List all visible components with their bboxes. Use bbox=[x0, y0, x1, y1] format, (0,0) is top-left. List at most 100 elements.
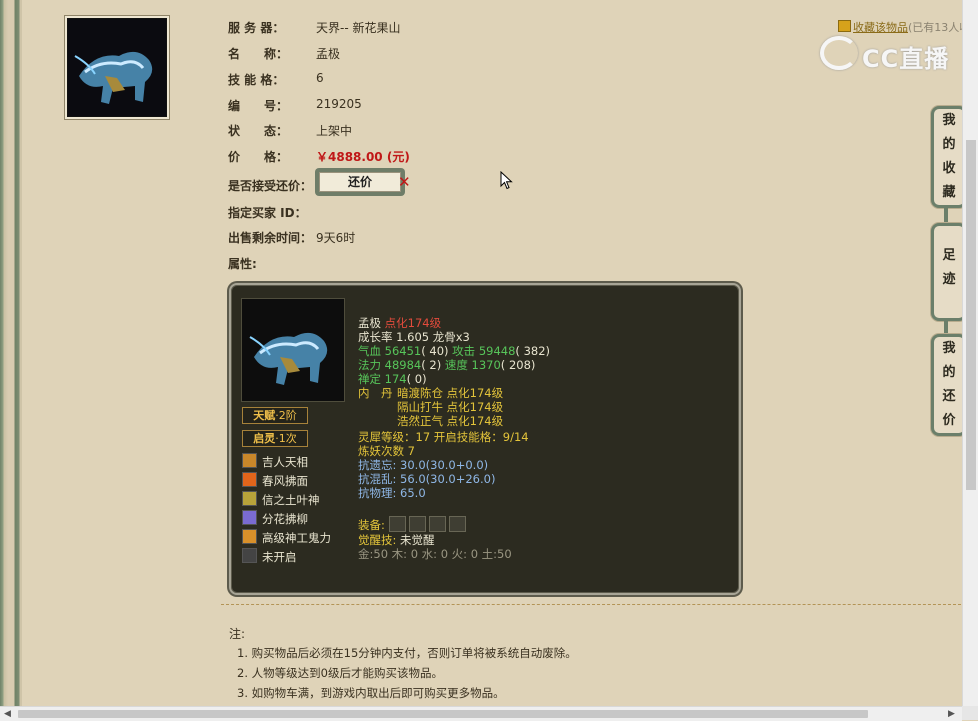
equip-slot[interactable] bbox=[428, 516, 446, 532]
skill-item[interactable]: 未开启 bbox=[242, 548, 297, 565]
id-label: 编 号： bbox=[228, 99, 289, 113]
server-value: 天界-- 新花果山 bbox=[316, 21, 401, 35]
side-tab-char: 收 bbox=[942, 161, 956, 176]
skill-icon bbox=[242, 529, 257, 544]
badge-prefix: 天赋 bbox=[253, 409, 276, 422]
remain-value: 9天6时 bbox=[316, 231, 356, 245]
pet-name: 孟极 bbox=[358, 316, 381, 330]
price-value: ￥4888.00 (元) bbox=[316, 150, 410, 164]
skill-icon bbox=[242, 510, 257, 525]
growth-rate: 成长率 1.605 龙骨x3 bbox=[358, 330, 470, 344]
skill-item[interactable]: 高级神工鬼力 bbox=[242, 529, 331, 546]
spd-value: 1370 bbox=[471, 358, 501, 372]
mp-value: 48984 bbox=[384, 358, 422, 372]
slots-value: 6 bbox=[316, 71, 324, 85]
id-value: 219205 bbox=[316, 97, 362, 111]
elements-row: 金:50 木: 0 水: 0 火: 0 土:50 bbox=[358, 547, 512, 561]
calm-value: 174 bbox=[384, 372, 407, 386]
scroll-left-icon[interactable]: ◀ bbox=[4, 709, 11, 719]
attr-label: 属性: bbox=[228, 257, 257, 271]
awaken-row: 觉醒技: 未觉醒 bbox=[358, 533, 435, 547]
awaken-value: 未觉醒 bbox=[400, 533, 435, 547]
skill-item[interactable]: 分花拂柳 bbox=[242, 510, 308, 527]
favorite-count: (已有13人收 bbox=[908, 21, 971, 34]
bargain-button-frame[interactable]: 还价 bbox=[315, 168, 405, 196]
resist-forget-value: 30.0(30.0+0.0) bbox=[400, 458, 489, 472]
talent-badge: 天赋·2阶 bbox=[242, 407, 308, 424]
mp-add: ( 2) bbox=[421, 358, 442, 372]
status-value: 上架中 bbox=[316, 124, 353, 138]
skill-icon bbox=[242, 491, 257, 506]
skill-name: 信之土叶神 bbox=[262, 493, 320, 507]
name-label: 名 称： bbox=[228, 47, 289, 61]
hp-value: 56451 bbox=[384, 344, 422, 358]
equip-slot[interactable] bbox=[408, 516, 426, 532]
resist-forget-row: 抗遗忘: 30.0(30.0+0.0) bbox=[358, 458, 488, 472]
status-label: 状 态： bbox=[228, 124, 289, 138]
spd-add: ( 208) bbox=[500, 358, 536, 372]
resist-forget-label: 抗遗忘: bbox=[358, 458, 397, 472]
section-divider bbox=[221, 604, 961, 605]
inner-dan-item: 暗渡陈仓 点化174级 bbox=[397, 386, 504, 400]
badge-suffix: ·2阶 bbox=[275, 409, 297, 422]
skill-item[interactable]: 信之土叶神 bbox=[242, 491, 320, 508]
inner-dan-label: 内 丹 bbox=[358, 386, 393, 400]
slots-label: 技 能 格： bbox=[228, 73, 285, 87]
cc-logo-icon bbox=[820, 36, 858, 70]
horizontal-scroll-thumb[interactable] bbox=[18, 710, 868, 718]
side-tab-char: 迹 bbox=[942, 272, 956, 287]
resist-chaos-value: 56.0(30.0+26.0) bbox=[400, 472, 496, 486]
skill-icon bbox=[242, 453, 257, 468]
inner-dan-item: 浩然正气 点化174级 bbox=[397, 414, 504, 428]
bargain-label: 是否接受还价： bbox=[228, 179, 313, 193]
skill-icon bbox=[242, 472, 257, 487]
resist-physical-label: 抗物理: bbox=[358, 486, 397, 500]
remain-label: 出售剩余时间： bbox=[228, 231, 313, 245]
skill-item[interactable]: 吉人天相 bbox=[242, 453, 308, 470]
vertical-scrollbar[interactable] bbox=[962, 0, 978, 706]
side-tab-char: 我 bbox=[942, 341, 956, 356]
mouse-cursor-icon bbox=[500, 171, 513, 190]
favorite-link[interactable]: 收藏该物品 bbox=[853, 21, 908, 34]
mp-spd-row: 法力 48984( 2) 速度 1370( 208) bbox=[358, 358, 535, 372]
horizontal-scrollbar[interactable]: ◀ ▶ bbox=[0, 706, 962, 721]
equip-row: 装备: bbox=[358, 516, 469, 532]
equip-slot[interactable] bbox=[388, 516, 406, 532]
equip-label: 装备: bbox=[358, 518, 385, 532]
watermark-text: CC直播 bbox=[862, 45, 950, 73]
badge-prefix: 启灵 bbox=[253, 432, 276, 445]
side-tab-connector bbox=[944, 207, 948, 223]
badge-suffix: ·1次 bbox=[275, 432, 297, 445]
equip-slot[interactable] bbox=[448, 516, 466, 532]
name-value: 孟极 bbox=[316, 47, 341, 61]
notes-title: 注: bbox=[229, 627, 246, 641]
favorite-icon bbox=[838, 20, 851, 32]
side-tab-char: 的 bbox=[942, 365, 956, 380]
skill-name: 吉人天相 bbox=[262, 455, 308, 469]
calm-row: 禅定 174( 0) bbox=[358, 372, 427, 386]
resist-chaos-label: 抗混乱: bbox=[358, 472, 397, 486]
skill-icon bbox=[242, 548, 257, 563]
mp-label: 法力 bbox=[358, 358, 381, 372]
scroll-right-icon[interactable]: ▶ bbox=[948, 709, 955, 719]
side-tab-char: 藏 bbox=[942, 185, 956, 200]
pet-image bbox=[249, 332, 328, 385]
cc-live-watermark: CC直播 bbox=[820, 36, 949, 74]
resist-chaos-row: 抗混乱: 56.0(30.0+26.0) bbox=[358, 472, 495, 486]
pet-image bbox=[68, 19, 166, 116]
note-item: 2. 人物等级达到0级后才能购买该物品。 bbox=[237, 666, 443, 680]
side-tab-char: 价 bbox=[942, 413, 956, 428]
vertical-scroll-thumb[interactable] bbox=[966, 140, 976, 490]
resist-physical-row: 抗物理: 65.0 bbox=[358, 486, 426, 500]
hp-atk-row: 气血 56451( 40) 攻击 59448( 382) bbox=[358, 344, 550, 358]
enlighten-badge: 启灵·1次 bbox=[242, 430, 308, 447]
skill-item[interactable]: 春风拂面 bbox=[242, 472, 308, 489]
favorite-link-area[interactable]: 收藏该物品(已有13人收 bbox=[838, 19, 970, 35]
bargain-button[interactable]: 还价 bbox=[319, 172, 401, 192]
pet-title: 孟极 点化174级 bbox=[358, 316, 441, 330]
side-tab-char: 足 bbox=[942, 248, 956, 263]
resist-physical-value: 65.0 bbox=[400, 486, 426, 500]
atk-value: 59448 bbox=[478, 344, 516, 358]
lianyao-row: 炼妖次数 7 bbox=[358, 444, 415, 458]
item-thumbnail bbox=[64, 15, 170, 120]
